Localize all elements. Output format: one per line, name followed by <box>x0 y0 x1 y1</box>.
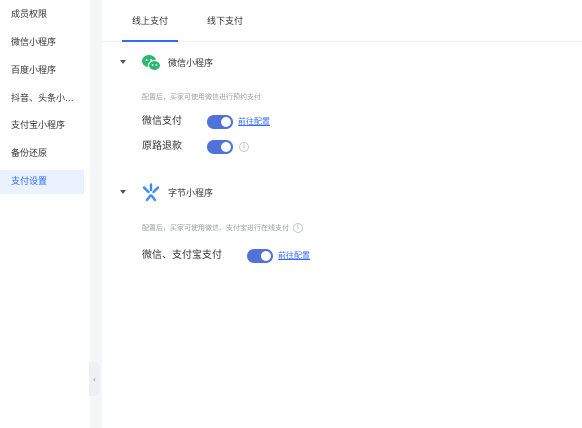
bytedance-mini-program-icon <box>142 183 160 202</box>
caret-down-icon[interactable] <box>120 60 126 64</box>
section-title-bytedance: 字节小程序 <box>168 189 214 199</box>
sidebar-item-baidu-mini-program[interactable]: 百度小程序 <box>0 59 84 83</box>
section-header-wechat[interactable]: 微信小程序 <box>102 53 502 73</box>
bytedance-config-hint-text: 配置后，买家可使用微信、支付宝进行在线支付 <box>142 224 289 232</box>
sidebar-item-douyin-toutiao[interactable]: 抖音、头条小... <box>0 87 84 111</box>
wechat-mini-program-icon <box>142 55 161 71</box>
wechat-alipay-pay-row: 微信、支付宝支付 前往配置 <box>142 248 442 264</box>
sidebar-item-wechat-mini-program[interactable]: 微信小程序 <box>0 31 84 55</box>
info-icon[interactable]: i <box>239 142 249 152</box>
refund-original-route-toggle[interactable] <box>207 140 233 154</box>
sidebar: 成员权限 微信小程序 百度小程序 抖音、头条小... 支付宝小程序 备份还原 支… <box>0 0 90 428</box>
refund-original-route-row: 原路退款 i <box>142 139 442 155</box>
sidebar-collapse-button[interactable]: ‹ <box>89 362 100 396</box>
refund-original-route-label: 原路退款 <box>142 141 182 152</box>
wechat-pay-configure-link[interactable]: 前往配置 <box>238 114 270 130</box>
wechat-pay-toggle[interactable] <box>207 115 233 129</box>
sidebar-item-payment-settings[interactable]: 支付设置 <box>0 170 84 194</box>
tab-offline-payment[interactable]: 线下支付 <box>207 0 243 41</box>
chevron-left-icon: ‹ <box>92 374 97 384</box>
section-title-wechat: 微信小程序 <box>168 59 214 69</box>
info-icon[interactable]: i <box>293 223 303 233</box>
wechat-alipay-pay-toggle[interactable] <box>247 249 273 263</box>
bytedance-config-hint: 配置后，买家可使用微信、支付宝进行在线支付 i <box>142 223 303 233</box>
main-panel: 线上支付 线下支付 微信小程序 配置后，买家可使用微信进行预约支付 微信支付 前… <box>102 0 582 428</box>
sidebar-item-member-permissions[interactable]: 成员权限 <box>0 3 84 27</box>
wechat-alipay-pay-label: 微信、支付宝支付 <box>142 250 222 261</box>
wechat-pay-label: 微信支付 <box>142 116 182 127</box>
wechat-pay-row: 微信支付 前往配置 <box>142 114 442 130</box>
caret-down-icon[interactable] <box>120 190 126 194</box>
section-header-bytedance[interactable]: 字节小程序 <box>102 183 502 203</box>
sidebar-item-backup-restore[interactable]: 备份还原 <box>0 142 84 166</box>
wechat-alipay-configure-link[interactable]: 前往配置 <box>278 248 310 264</box>
sidebar-item-alipay-mini-program[interactable]: 支付宝小程序 <box>0 114 84 138</box>
tab-online-payment[interactable]: 线上支付 <box>121 0 179 42</box>
wechat-config-hint: 配置后，买家可使用微信进行预约支付 <box>142 93 261 101</box>
payment-tabs: 线上支付 线下支付 <box>102 0 582 42</box>
